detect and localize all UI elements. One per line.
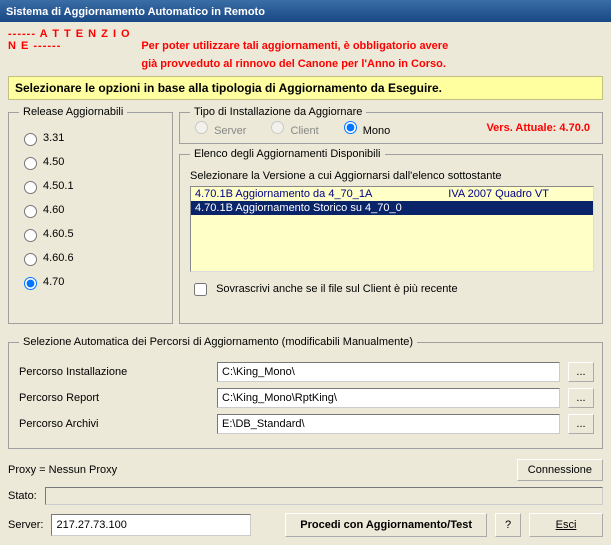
browse-button[interactable]: ... — [568, 388, 594, 408]
install-type-legend: Tipo di Installazione da Aggiornare — [190, 106, 366, 118]
archive-path-input[interactable] — [217, 414, 560, 434]
paths-legend: Selezione Automatica dei Percorsi di Agg… — [19, 336, 417, 348]
exit-button[interactable]: Esci — [529, 513, 603, 537]
proxy-label: Proxy = Nessun Proxy — [8, 464, 117, 476]
report-path-label: Percorso Report — [19, 392, 209, 404]
release-option[interactable]: 4.60 — [19, 198, 164, 222]
browse-button[interactable]: ... — [568, 414, 594, 434]
release-option[interactable]: 4.50 — [19, 150, 164, 174]
list-item[interactable]: 4.70.1B Aggiornamento Storico su 4_70_0 — [191, 201, 593, 215]
list-item[interactable]: 4.70.1B Aggiornamento da 4_70_1A IVA 200… — [191, 187, 593, 201]
paths-group: Selezione Automatica dei Percorsi di Agg… — [8, 336, 603, 449]
release-option[interactable]: 4.70 — [19, 270, 164, 294]
updates-list-legend: Elenco degli Aggiornamenti Disponibili — [190, 148, 385, 160]
status-label: Stato: — [8, 490, 37, 502]
attention-text-1: Per poter utilizzare tali aggiornamenti,… — [141, 40, 448, 52]
updates-list-sub: Selezionare la Versione a cui Aggiornars… — [190, 170, 594, 182]
install-type-client: Client — [266, 118, 318, 137]
attention-line-2: già provveduto al rinnovo del Canone per… — [8, 54, 603, 72]
updates-list-group: Elenco degli Aggiornamenti Disponibili S… — [179, 148, 603, 324]
overwrite-checkbox[interactable]: Sovrascrivi anche se il file sul Client … — [190, 283, 458, 295]
help-button[interactable]: ? — [495, 513, 521, 537]
install-path-label: Percorso Installazione — [19, 366, 209, 378]
release-option[interactable]: 4.60.6 — [19, 246, 164, 270]
updates-listbox[interactable]: 4.70.1B Aggiornamento da 4_70_1A IVA 200… — [190, 186, 594, 272]
archive-path-label: Percorso Archivi — [19, 418, 209, 430]
install-type-mono[interactable]: Mono — [339, 118, 391, 137]
connection-button[interactable]: Connessione — [517, 459, 603, 481]
server-input[interactable] — [51, 514, 251, 536]
instruction-bar: Selezionare le opzioni in base alla tipo… — [8, 76, 603, 100]
window-title: Sistema di Aggiornamento Automatico in R… — [6, 6, 265, 18]
release-option[interactable]: 3.31 — [19, 126, 164, 150]
attention-text-2: già provveduto al rinnovo del Canone per… — [141, 58, 446, 70]
report-path-input[interactable] — [217, 388, 560, 408]
status-field — [45, 487, 603, 505]
attention-marker: ------ A T T E N Z I O N E ------ — [8, 28, 138, 52]
current-version-label: Vers. Attuale: 4.70.0 — [486, 122, 594, 134]
attention-line-1: ------ A T T E N Z I O N E ------ Per po… — [8, 26, 603, 54]
browse-button[interactable]: ... — [568, 362, 594, 382]
releases-group: Release Aggiornabili 3.31 4.50 4.50.1 4.… — [8, 106, 173, 324]
window-titlebar: Sistema di Aggiornamento Automatico in R… — [0, 0, 611, 22]
release-option[interactable]: 4.60.5 — [19, 222, 164, 246]
proceed-button[interactable]: Procedi con Aggiornamento/Test — [285, 513, 487, 537]
install-path-input[interactable] — [217, 362, 560, 382]
install-type-server: Server — [190, 118, 246, 137]
install-type-group: Tipo di Installazione da Aggiornare Serv… — [179, 106, 603, 144]
releases-legend: Release Aggiornabili — [19, 106, 127, 118]
release-option[interactable]: 4.50.1 — [19, 174, 164, 198]
